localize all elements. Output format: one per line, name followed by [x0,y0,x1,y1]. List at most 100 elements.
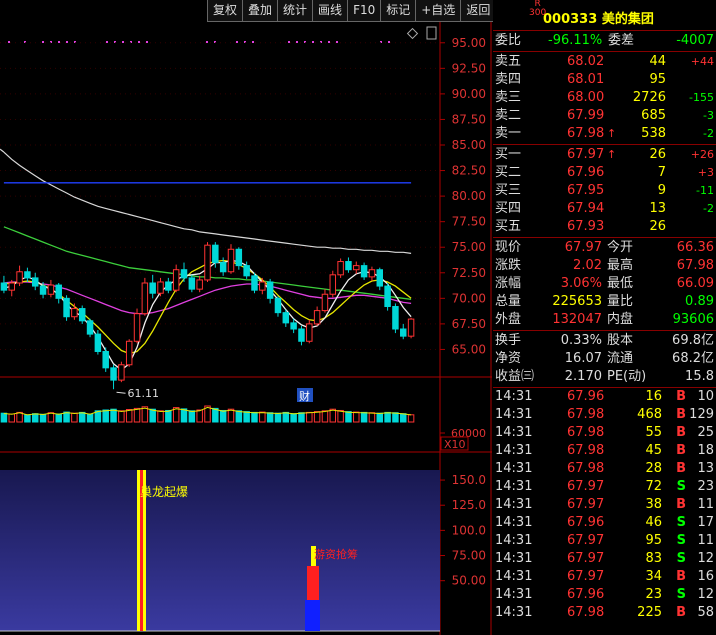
volume-bar [368,412,376,423]
fund-value: 16.07 [564,351,602,366]
sell-price: 68.02 [567,54,605,69]
candle-body [94,333,102,352]
volume-bar [0,412,8,423]
price-tick-label: 90.00 [452,87,486,101]
trade-price: 67.98 [567,407,605,422]
event-dot [328,41,330,43]
fuquan-button[interactable]: 复权 [207,0,244,22]
trade-time: 14:31 [495,497,533,512]
volume-bar [165,409,172,423]
tick-trades[interactable]: 14:31 67.96 16 B 10 14:31 67.98 468 B 129 14:31 67.… [493,388,716,622]
low-pointer [116,391,126,394]
weicha-label: 委差 [608,33,635,48]
buy-price: 67.93 [567,219,605,234]
trade-volume: 468 [637,407,662,422]
candle-body [180,269,188,279]
kline-chart[interactable]: 95.00 92.50 90.00 87.50 85.00 82.50 80.00 77.50… [0,0,492,635]
volume-bar [407,414,415,423]
trade-side: B [676,461,686,476]
candle-body [329,274,337,295]
quote-value: 93606 [672,312,714,327]
mark-button[interactable]: 标记 [380,0,417,22]
fund-label: 股本 [607,333,634,348]
quote-value: 132047 [552,312,602,327]
buy-price: 67.95 [567,183,605,198]
sell-row: 卖一 67.98 ↑ 538 -2 [493,125,716,143]
buy-change: +3 [697,166,714,179]
candle-body [204,244,211,281]
volume-bar [400,413,407,423]
volume-bar [392,412,399,423]
low-price-label: 61.11 [128,387,160,400]
candle-body [141,282,149,315]
fund-label: 收益㈢ [495,369,535,384]
indicator-tick-label: 75.00 [452,549,486,563]
chart-toolbar: 复权 叠加 统计 画线 F10 标记 +自选 返回 [207,0,497,22]
chart-area[interactable]: 95.00 92.50 90.00 87.50 85.00 82.50 80.00 77.50… [0,0,497,635]
trade-volume: 38 [645,497,662,512]
volume-bar [86,413,94,423]
fund-row: 收益㈢ 2.170 PE(动) 15.8 [493,368,716,386]
f10-button[interactable]: F10 [347,0,382,22]
volume-bar [157,410,164,423]
trade-price: 67.97 [567,497,605,512]
fund-label: PE(动) [607,369,647,384]
indicator-tick-label: 150.0 [452,473,486,487]
volume-bar [125,409,133,423]
price-tick-label: 75.00 [452,240,486,254]
signal2-red [307,566,319,600]
trade-time: 14:31 [495,479,533,494]
candle-body [133,313,141,342]
candle-body [39,285,47,295]
stats-button[interactable]: 统计 [277,0,314,22]
candle-body [24,271,31,279]
sell-volume: 2726 [632,90,666,105]
volume-unit-label: X10 [444,438,466,451]
trade-count: 16 [697,569,714,584]
price-tick-label: 85.00 [452,138,486,152]
sell-change: -155 [689,91,714,104]
trade-side: S [676,587,686,602]
candle-body [110,367,117,381]
trade-side: B [676,443,686,458]
quote-label: 量比 [607,294,634,309]
back-button[interactable]: 返回 [460,0,497,22]
sell-volume: 44 [649,54,666,69]
volume-bar [235,410,243,423]
buy-price: 67.94 [567,201,605,216]
sell-label: 卖五 [495,54,522,69]
sell-label: 卖三 [495,90,522,105]
trade-price: 67.98 [567,443,605,458]
weibi-value: -96.11% [548,33,603,48]
trade-side: B [676,569,686,584]
trade-count: 129 [689,407,714,422]
volume-bar [313,411,321,423]
fund-value: 15.8 [685,369,714,384]
overlay-button[interactable]: 叠加 [242,0,279,22]
volume-bar [266,412,274,423]
volume-bar [149,408,156,423]
sell-volume: 685 [641,108,666,123]
sell-price: 67.99 [567,108,605,123]
add-watchlist-button[interactable]: +自选 [415,0,462,22]
weibi-row: 委比 -96.11% 委差 -4007 [493,31,716,52]
sell-row: 卖四 68.01 95 [493,71,716,89]
quote-row: 涨跌 2.02 最高 67.98 [493,257,716,275]
trade-time: 14:31 [495,515,533,530]
buy-row: 买一 67.97 ↑ 26 +26 [493,146,716,164]
quote-label: 最高 [607,258,634,273]
trade-time: 14:31 [495,443,533,458]
trade-price: 67.98 [567,425,605,440]
weibi-label: 委比 [495,33,522,48]
candle-body [227,248,235,273]
volume-bar [180,408,188,423]
trade-count: 12 [697,551,714,566]
candle-body [219,262,227,273]
buy-label: 买二 [495,165,522,180]
candle-body [55,284,62,299]
volume-bar [290,413,297,423]
trade-price: 67.97 [567,551,605,566]
draw-line-button[interactable]: 画线 [312,0,349,22]
candle-body [266,281,274,299]
buy-label: 买三 [495,183,522,198]
